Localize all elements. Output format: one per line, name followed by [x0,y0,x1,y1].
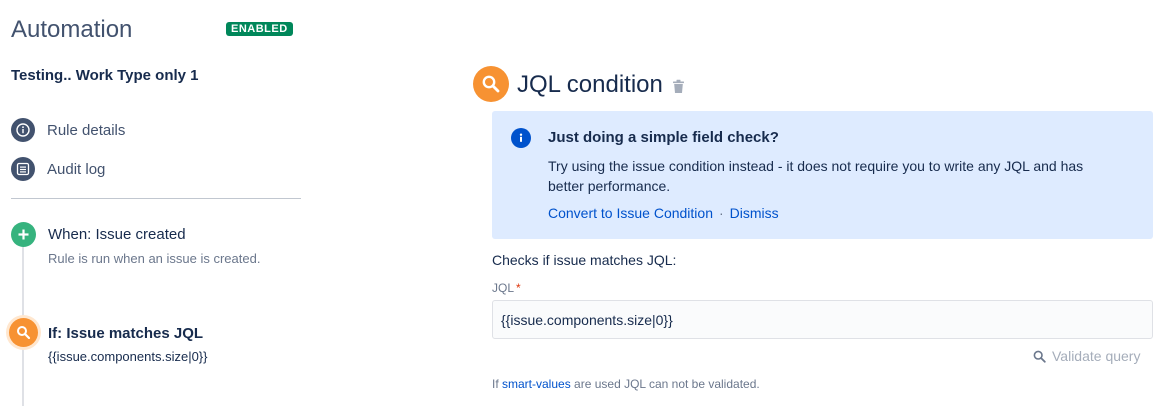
search-icon [1033,350,1046,363]
smart-values-link[interactable]: smart-values [502,377,571,391]
nav-label: Rule details [47,121,126,139]
info-panel: Just doing a simple field check? Try usi… [492,111,1153,239]
condition-description: {{issue.components.size|0}} [48,349,208,364]
trash-icon[interactable] [672,79,685,99]
info-icon [11,118,35,142]
info-actions: Convert to Issue Condition · Dismiss [548,205,779,221]
required-mark: * [516,281,521,295]
validate-query-label: Validate query [1052,348,1141,364]
separator: · [718,205,724,221]
rule-name: Testing.. Work Type only 1 [11,67,199,84]
footnote: If smart-values are used JQL can not be … [492,377,760,391]
app-title: Automation [11,16,133,43]
jql-label: JQL * [492,281,521,295]
condition-title[interactable]: If: Issue matches JQL [48,325,203,342]
jql-input[interactable] [492,300,1153,339]
plus-icon[interactable] [11,222,36,247]
nav-label: Audit log [47,160,106,178]
nav-audit-log[interactable]: Audit log [11,157,105,181]
checks-description: Checks if issue matches JQL: [492,252,677,268]
validate-query-button[interactable]: Validate query [1033,348,1140,364]
dismiss-link[interactable]: Dismiss [730,205,779,221]
search-icon [473,66,509,102]
info-icon [511,128,531,148]
sidebar-divider [11,198,301,199]
footnote-prefix: If [492,377,503,391]
info-body: Try using the issue condition instead - … [548,158,1084,194]
trigger-description: Rule is run when an issue is created. [48,251,261,266]
page-title: JQL condition [517,71,663,98]
jql-label-text: JQL [492,281,515,295]
list-icon [11,157,35,181]
trigger-title[interactable]: When: Issue created [48,226,186,243]
search-icon[interactable] [9,318,38,347]
convert-to-issue-condition-link[interactable]: Convert to Issue Condition [548,205,713,221]
footnote-suffix: are used JQL can not be validated. [570,377,760,391]
status-badge: ENABLED [226,22,293,36]
info-title: Just doing a simple field check? [548,129,779,146]
nav-rule-details[interactable]: Rule details [11,118,125,142]
